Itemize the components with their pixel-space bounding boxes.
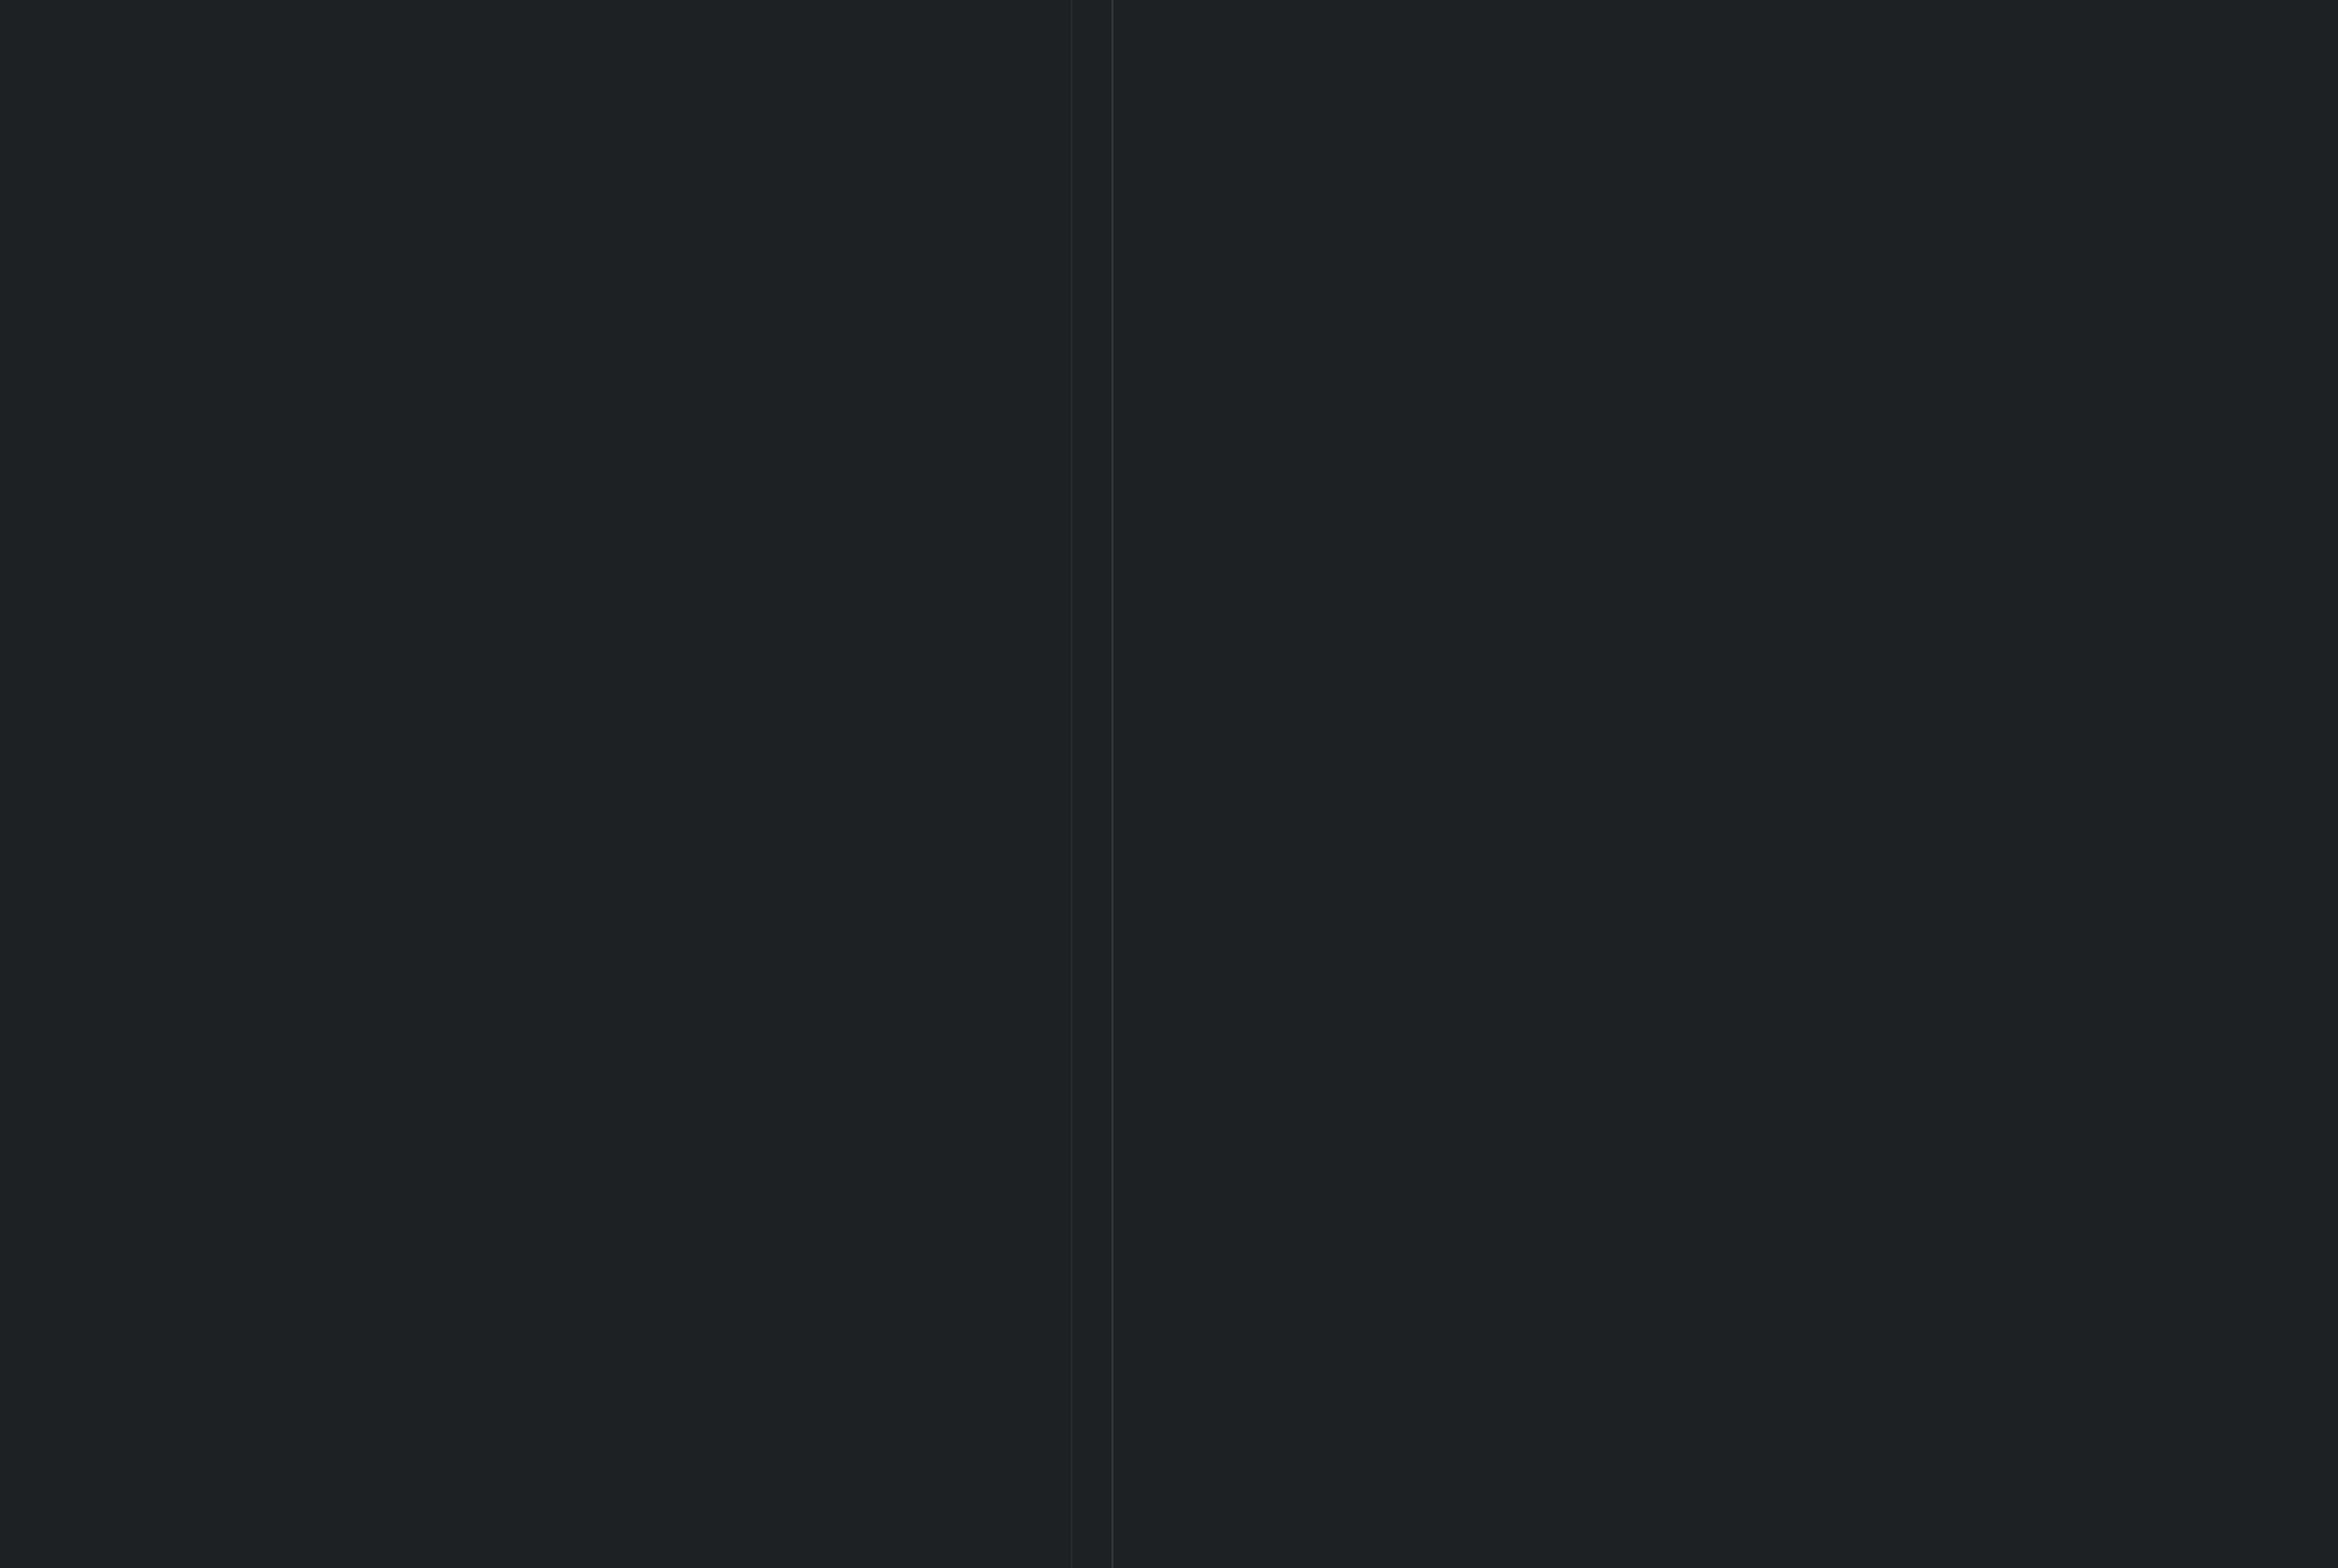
pane-divider[interactable] — [1112, 0, 1113, 1568]
ast-tree-pane[interactable] — [1112, 0, 2338, 1568]
wrap-guide-line — [1071, 0, 1072, 1568]
code-editor-pane[interactable] — [0, 0, 1112, 1568]
